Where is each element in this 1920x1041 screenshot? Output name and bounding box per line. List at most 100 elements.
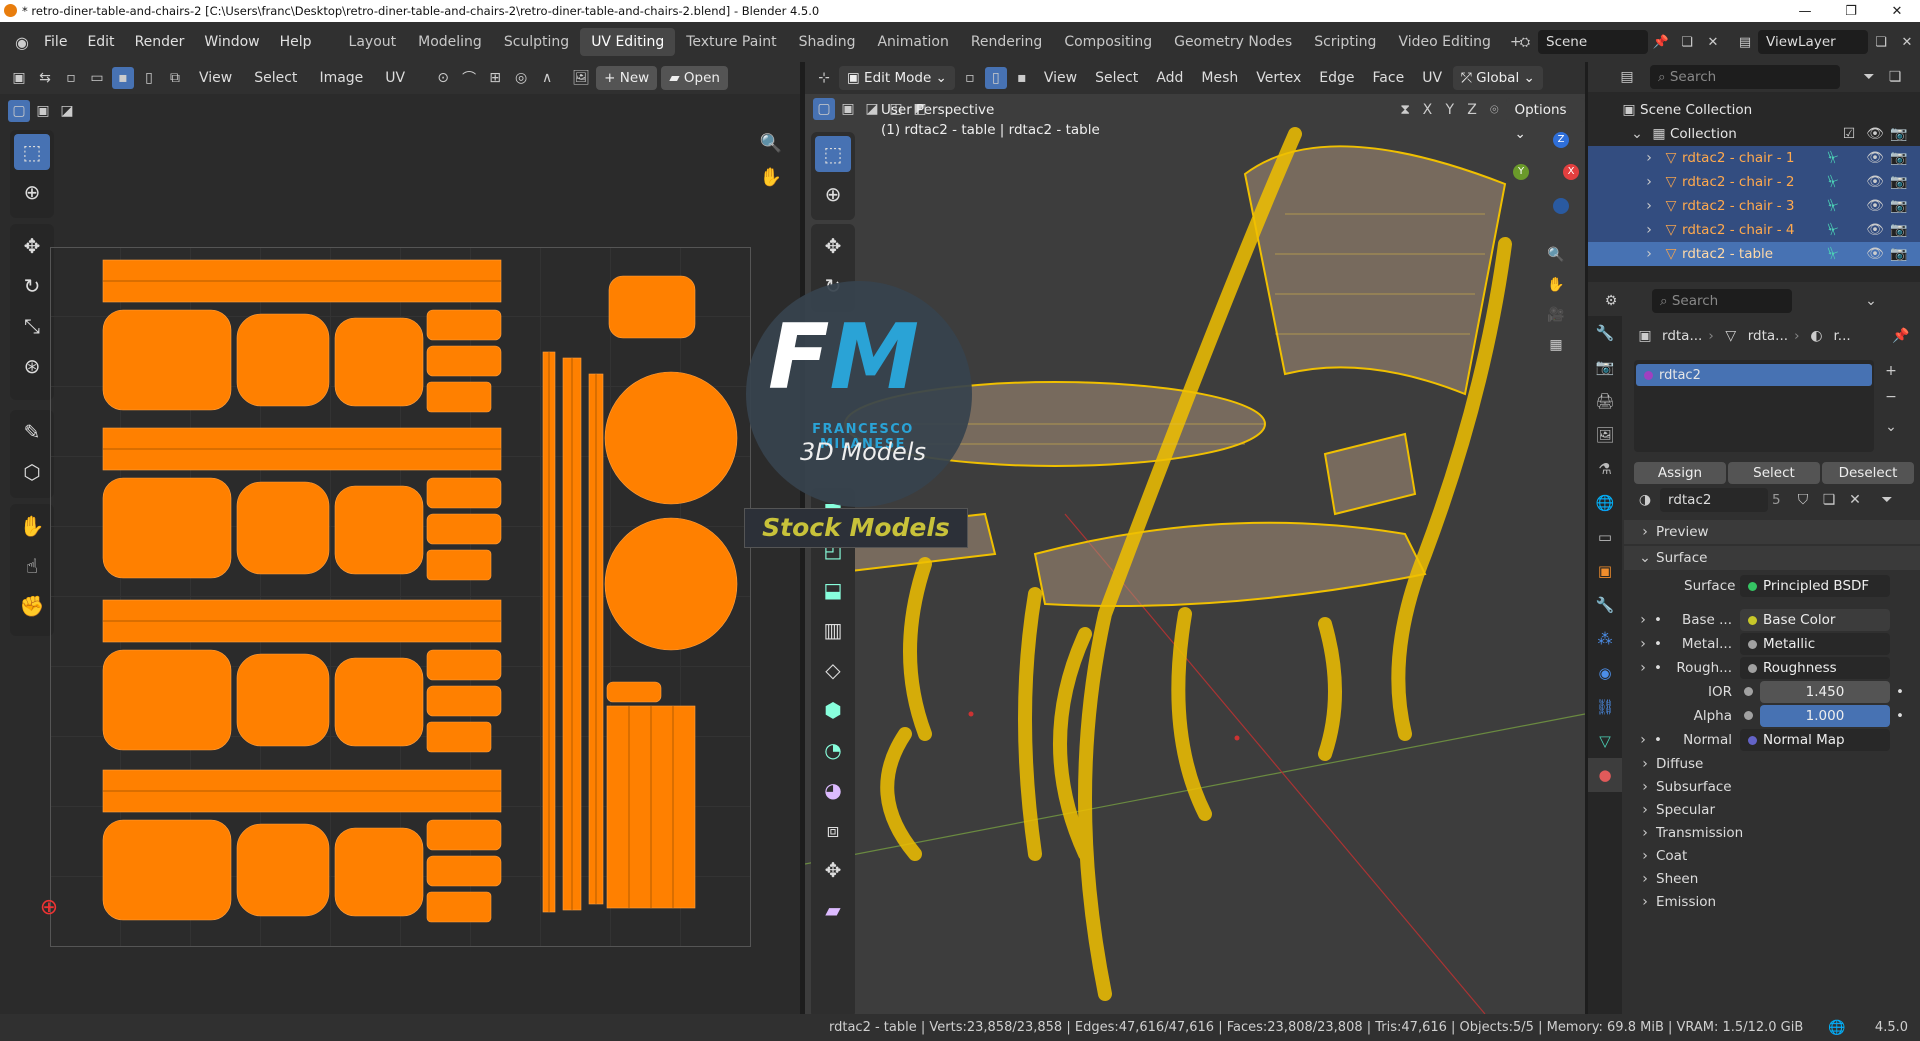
mesh-data-icon[interactable]: ⏧ [1822,171,1844,193]
add-slot-icon[interactable]: + [1880,360,1902,382]
cursor-tool-icon[interactable]: ⊕ [14,174,50,210]
tab-scripting[interactable]: Scripting [1303,28,1387,56]
select-new-icon[interactable]: ▢ [8,100,30,122]
outliner-search[interactable]: ⌕ Search [1650,65,1840,89]
visibility-eye-icon[interactable]: 👁 [1864,243,1886,265]
visibility-eye-icon[interactable]: 👁 [1864,123,1886,145]
uv-sync-selection-icon[interactable]: ⇆ [34,67,56,89]
tab-modeling[interactable]: Modeling [407,28,493,56]
maximize-button[interactable]: ❐ [1828,0,1874,22]
tab-uv-editing[interactable]: UV Editing [580,28,676,56]
select-subtract-icon[interactable]: ◪ [861,98,883,120]
uv-canvas[interactable]: ▢ ▣ ◪ ⬚ ⊕ ✥ ↻ ⤡ ⊛ ✎ ⬡ ✋ ☝ ✊ 🔍 ✋ ⊕ [0,94,800,1014]
cursor-tool-icon[interactable]: ⊕ [815,176,851,212]
loop-cut-tool-icon[interactable]: ▥ [815,612,851,648]
remove-scene-icon[interactable]: ✕ [1700,30,1726,54]
edge-select-icon[interactable]: ▭ [86,67,108,89]
subpanel-subsurface[interactable]: › Subsurface [1624,775,1920,799]
surface-panel-header[interactable]: ⌄ Surface [1624,546,1920,570]
vp-menu-uv[interactable]: UV [1415,70,1449,86]
display-mode-icon[interactable]: ▤ [1616,66,1638,88]
surface-shader-field[interactable]: Principled BSDF [1740,575,1890,597]
pivot-icon[interactable]: ⊙ [432,67,454,89]
navigation-gizmo[interactable]: Z X Y [1513,132,1579,214]
annotate-tool-icon[interactable]: ✎ [14,414,50,450]
select-extend-icon[interactable]: ▣ [837,98,859,120]
vp-menu-select[interactable]: Select [1088,70,1145,86]
tab-layout[interactable]: Layout [338,28,408,56]
material-browse-icon[interactable]: ◑ [1634,489,1656,511]
relax-tool-icon[interactable]: ☝ [14,548,50,584]
material-name-field[interactable]: rdtac2 [1660,488,1768,512]
new-scene-icon[interactable]: ❏ [1674,30,1700,54]
scene-tab-icon[interactable]: ⚗ [1588,452,1622,486]
open-image-button[interactable]: ▰ Open [661,66,728,90]
vertex-mode-icon[interactable]: ▫ [959,67,981,89]
new-collection-icon[interactable]: ❏ [1884,66,1906,88]
scene-icon[interactable]: ⛭ [1512,30,1538,54]
slot-specials-icon[interactable]: ⌄ [1880,416,1902,438]
uv-menu-image[interactable]: Image [310,70,372,86]
rotate-tool-icon[interactable]: ↻ [14,268,50,304]
outliner-object-row[interactable]: › ▽ rdtac2 - chair - 2 ⏧ 👁 📷 [1588,170,1920,194]
transform-tool-icon[interactable]: ⊛ [14,348,50,384]
render-camera-icon[interactable]: 📷 [1888,147,1910,169]
gizmo-z-axis[interactable]: Z [1553,132,1569,148]
select-new-icon[interactable]: ▢ [813,98,835,120]
zoom-icon[interactable]: 🔍 [760,132,782,154]
vp-menu-view[interactable]: View [1037,70,1084,86]
viewlayer-icon[interactable]: ▤ [1732,30,1758,54]
subpanel-sheen[interactable]: › Sheen [1624,867,1920,891]
vertex-select-icon[interactable]: ▫ [60,67,82,89]
grid-ortho-icon[interactable]: ▦ [1545,334,1567,356]
tab-rendering[interactable]: Rendering [960,28,1054,56]
mesh-data-icon[interactable]: ⏧ [1822,219,1844,241]
vp-menu-add[interactable]: Add [1149,70,1190,86]
edge-mode-icon[interactable]: ▯ [984,67,1007,89]
mode-dropdown[interactable]: ▣ Edit Mode ⌄ [839,66,955,90]
menu-render[interactable]: Render [125,34,195,50]
gizmo-neg-z[interactable] [1553,198,1569,214]
spin-tool-icon[interactable]: ◔ [815,732,851,768]
smooth-tool-icon[interactable]: ◕ [815,772,851,808]
edge-slide-tool-icon[interactable]: ⧈ [815,812,851,848]
vp-menu-mesh[interactable]: Mesh [1194,70,1245,86]
subpanel-transmission[interactable]: › Transmission [1624,821,1920,845]
remove-viewlayer-icon[interactable]: ✕ [1894,30,1920,54]
poly-build-tool-icon[interactable]: ⬢ [815,692,851,728]
keyframe-dot-icon[interactable]: • [1896,708,1904,724]
tab-video-editing[interactable]: Video Editing [1387,28,1501,56]
subpanel-specular[interactable]: › Specular [1624,798,1920,822]
pinch-tool-icon[interactable]: ✊ [14,588,50,624]
scene-field[interactable]: Scene [1538,30,1648,54]
physics-tab-icon[interactable]: ◉ [1588,656,1622,690]
expand-chevron-icon[interactable]: ⌄ [1626,123,1648,145]
pin-icon[interactable]: 📌 [1890,325,1912,347]
mirror-y-toggle[interactable]: Y [1440,99,1460,121]
expand-chevron-icon[interactable]: › [1638,195,1660,217]
particles-tab-icon[interactable]: ⁂ [1588,622,1622,656]
pan-hand-icon[interactable]: ✋ [760,166,782,188]
outliner-object-row[interactable]: › ▽ rdtac2 - chair - 3 ⏧ 👁 📷 [1588,194,1920,218]
viewlayer-field[interactable]: ViewLayer [1758,30,1868,54]
subpanel-coat[interactable]: › Coat [1624,844,1920,868]
input-link-field[interactable]: Metallic [1740,633,1890,655]
ior-field[interactable]: 1.450 [1760,681,1890,703]
image-browse-icon[interactable]: 🖼 [570,67,592,89]
falloff-icon[interactable]: ∧ [536,67,558,89]
tool-tab-icon[interactable]: 🔧 [1588,316,1622,350]
outliner-object-row[interactable]: › ▽ rdtac2 - chair - 4 ⏧ 👁 📷 [1588,218,1920,242]
select-box-tool-icon[interactable]: ⬚ [14,134,50,170]
outliner-object-row[interactable]: › ▽ rdtac2 - chair - 1 ⏧ 👁 📷 [1588,146,1920,170]
select-button[interactable]: Select [1728,462,1820,484]
expand-chevron-icon[interactable]: › [1632,609,1654,631]
island-select-icon[interactable]: ▯ [138,67,160,89]
node-filter-icon[interactable]: ⏷ [1876,489,1898,511]
subpanel-emission[interactable]: › Emission [1624,890,1920,914]
pan-hand-icon[interactable]: ✋ [1545,274,1567,296]
face-mode-icon[interactable]: ▪ [1011,67,1033,89]
editor-type-icon[interactable]: ⚙ [1600,290,1622,312]
face-select-icon[interactable]: ▪ [112,67,134,89]
material-tab-icon[interactable]: ● [1588,758,1622,792]
mirror-z-toggle[interactable]: Z [1462,99,1482,121]
